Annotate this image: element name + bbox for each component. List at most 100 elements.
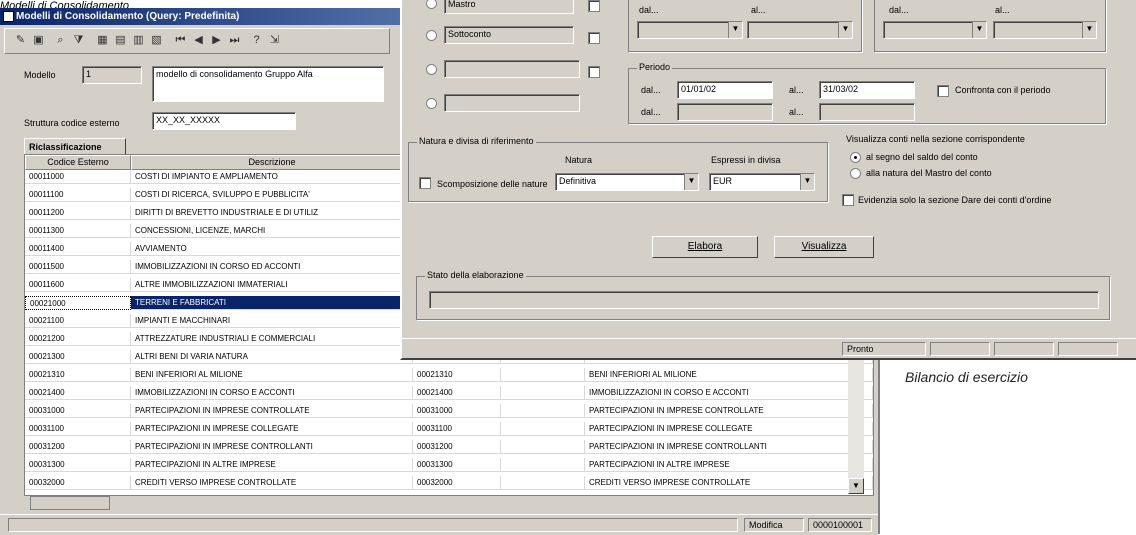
- divisa-combo[interactable]: EUR ▼: [709, 173, 815, 191]
- table-cell[interactable]: 00011200: [25, 206, 131, 220]
- table-cell[interactable]: IMMOBILIZZAZIONI IN CORSO E ACCONTI: [131, 386, 413, 400]
- periodo-dal-field[interactable]: 01/01/02: [677, 81, 773, 99]
- table-row[interactable]: 00031100 PARTECIPAZIONI IN IMPRESE COLLEG…: [25, 422, 873, 436]
- table-cell[interactable]: 00021400: [25, 386, 131, 400]
- periodo-al-field[interactable]: 31/03/02: [819, 81, 915, 99]
- table-cell[interactable]: COSTI DI IMPIANTO E AMPLIAMENTO: [131, 170, 413, 184]
- mastro-checkbox[interactable]: [588, 0, 600, 12]
- grid-icon[interactable]: ▦: [95, 33, 110, 48]
- column-header[interactable]: Codice Esterno: [25, 155, 131, 170]
- chevron-down-icon[interactable]: ▼: [972, 22, 986, 38]
- exit-icon[interactable]: ⇲: [267, 33, 282, 48]
- option-4-field[interactable]: [444, 94, 580, 112]
- prev-record-icon[interactable]: ◀: [191, 33, 206, 48]
- radio-option-4[interactable]: [426, 98, 437, 109]
- sottoconto-checkbox[interactable]: [588, 32, 600, 44]
- table-row[interactable]: 00032000 CREDITI VERSO IMPRESE CONTROLLAT…: [25, 476, 873, 490]
- table-cell[interactable]: IMPIANTI E MACCHINARI: [131, 314, 413, 328]
- table-cell[interactable]: [501, 422, 585, 436]
- table-cell[interactable]: IMMOBILIZZAZIONI IN CORSO ED ACCONTI: [131, 260, 413, 274]
- table-cell[interactable]: 00021200: [25, 332, 131, 346]
- table-cell[interactable]: PARTECIPAZIONI IN IMPRESE CONTROLLATE: [131, 404, 413, 418]
- table-cell[interactable]: PARTECIPAZIONI IN IMPRESE CONTROLLATE: [585, 404, 873, 418]
- table-cell[interactable]: 00011400: [25, 242, 131, 256]
- search-icon[interactable]: ⌕: [53, 33, 68, 48]
- confronto-al-field[interactable]: [819, 103, 915, 121]
- table-cell[interactable]: PARTECIPAZIONI IN IMPRESE CONTROLLANTI: [585, 440, 873, 454]
- radio-natura-mastro[interactable]: [850, 168, 861, 179]
- table-cell[interactable]: 00021000: [25, 296, 131, 310]
- radio-option-3[interactable]: [426, 64, 437, 75]
- chevron-down-icon[interactable]: ▼: [1082, 22, 1096, 38]
- table-cell[interactable]: 00031100: [413, 422, 501, 436]
- table-cell[interactable]: [501, 368, 585, 382]
- option-3-field[interactable]: [444, 60, 580, 78]
- chevron-down-icon[interactable]: ▼: [728, 22, 742, 38]
- table-cell[interactable]: 00021100: [25, 314, 131, 328]
- table-cell[interactable]: 00011600: [25, 278, 131, 292]
- table-cell[interactable]: 00031200: [25, 440, 131, 454]
- radio-segno-saldo[interactable]: [850, 152, 861, 163]
- table-cell[interactable]: [501, 440, 585, 454]
- visualizza-button[interactable]: Visualizza: [774, 236, 874, 258]
- table-cell[interactable]: 00011500: [25, 260, 131, 274]
- table-cell[interactable]: 00011000: [25, 170, 131, 184]
- last-record-icon[interactable]: ⏭: [227, 33, 242, 48]
- confronta-checkbox[interactable]: [937, 85, 949, 97]
- next-record-icon[interactable]: ▶: [209, 33, 224, 48]
- table-cell[interactable]: CONCESSIONI, LICENZE, MARCHI: [131, 224, 413, 238]
- table-row[interactable]: 00031200 PARTECIPAZIONI IN IMPRESE CONTRO…: [25, 440, 873, 454]
- table-cell[interactable]: ALTRI BENI DI VARIA NATURA: [131, 350, 413, 364]
- table-cell[interactable]: COSTI DI RICERCA, SVILUPPO E PUBBLICITA': [131, 188, 413, 202]
- radio-mastro[interactable]: [426, 0, 437, 9]
- pencil-icon[interactable]: ✎: [13, 33, 28, 48]
- table-cell[interactable]: ATTREZZATURE INDUSTRIALI E COMMERCIALI: [131, 332, 413, 346]
- range-2-al-combo[interactable]: ▼: [993, 21, 1097, 39]
- table-cell[interactable]: 00021310: [25, 368, 131, 382]
- table-row[interactable]: 00031000 PARTECIPAZIONI IN IMPRESE CONTRO…: [25, 404, 873, 418]
- form-icon[interactable]: ▤: [113, 33, 128, 48]
- table-icon[interactable]: ▧: [149, 33, 164, 48]
- chevron-down-icon[interactable]: ▼: [838, 22, 852, 38]
- table-cell[interactable]: 00032000: [413, 476, 501, 490]
- table-cell[interactable]: TERRENI E FABBRICATI: [131, 296, 413, 310]
- table-cell[interactable]: 00032000: [25, 476, 131, 490]
- help-icon[interactable]: ?: [249, 33, 264, 48]
- table-cell[interactable]: 00021300: [25, 350, 131, 364]
- table-cell[interactable]: 00031000: [25, 404, 131, 418]
- column-header[interactable]: Descrizione: [131, 155, 413, 170]
- table-cell[interactable]: PARTECIPAZIONI IN IMPRESE COLLEGATE: [585, 422, 873, 436]
- table-cell[interactable]: PARTECIPAZIONI IN ALTRE IMPRESE: [131, 458, 413, 472]
- table-cell[interactable]: [501, 476, 585, 490]
- table-cell[interactable]: 00011100: [25, 188, 131, 202]
- chevron-down-icon[interactable]: ▼: [800, 174, 814, 190]
- table-cell[interactable]: ALTRE IMMOBILIZZAZIONI IMMATERIALI: [131, 278, 413, 292]
- table-cell[interactable]: 00031300: [413, 458, 501, 472]
- table-cell[interactable]: CREDITI VERSO IMPRESE CONTROLLATE: [131, 476, 413, 490]
- elabora-button[interactable]: Elabora: [652, 236, 758, 258]
- save-icon[interactable]: ▣: [31, 33, 46, 48]
- table-cell[interactable]: 00031000: [413, 404, 501, 418]
- horizontal-scrollbar[interactable]: [30, 496, 110, 510]
- table-row[interactable]: 00021400 IMMOBILIZZAZIONI IN CORSO E ACCO…: [25, 386, 873, 400]
- range-1-dal-combo[interactable]: ▼: [637, 21, 743, 39]
- confronto-dal-field[interactable]: [677, 103, 773, 121]
- modello-code-field[interactable]: 1: [82, 66, 142, 84]
- table-cell[interactable]: 00031200: [413, 440, 501, 454]
- table-cell[interactable]: IMMOBILIZZAZIONI IN CORSO E ACCONTI: [585, 386, 873, 400]
- table-cell[interactable]: BENI INFERIORI AL MILIONE: [131, 368, 413, 382]
- evidenzia-checkbox[interactable]: [842, 194, 854, 206]
- table-cell[interactable]: [501, 386, 585, 400]
- mastro-field[interactable]: Mastro: [444, 0, 574, 14]
- report-icon[interactable]: ▥: [131, 33, 146, 48]
- table-cell[interactable]: 00021310: [413, 368, 501, 382]
- table-cell[interactable]: PARTECIPAZIONI IN ALTRE IMPRESE: [585, 458, 873, 472]
- scomposizione-checkbox[interactable]: [419, 177, 431, 189]
- table-row[interactable]: 00031300 PARTECIPAZIONI IN ALTRE IMPRESE 0…: [25, 458, 873, 472]
- range-1-al-combo[interactable]: ▼: [747, 21, 853, 39]
- table-cell[interactable]: 00021400: [413, 386, 501, 400]
- scroll-down-icon[interactable]: ▼: [848, 478, 864, 494]
- table-cell[interactable]: BENI INFERIORI AL MILIONE: [585, 368, 873, 382]
- table-cell[interactable]: [501, 404, 585, 418]
- table-cell[interactable]: 00031100: [25, 422, 131, 436]
